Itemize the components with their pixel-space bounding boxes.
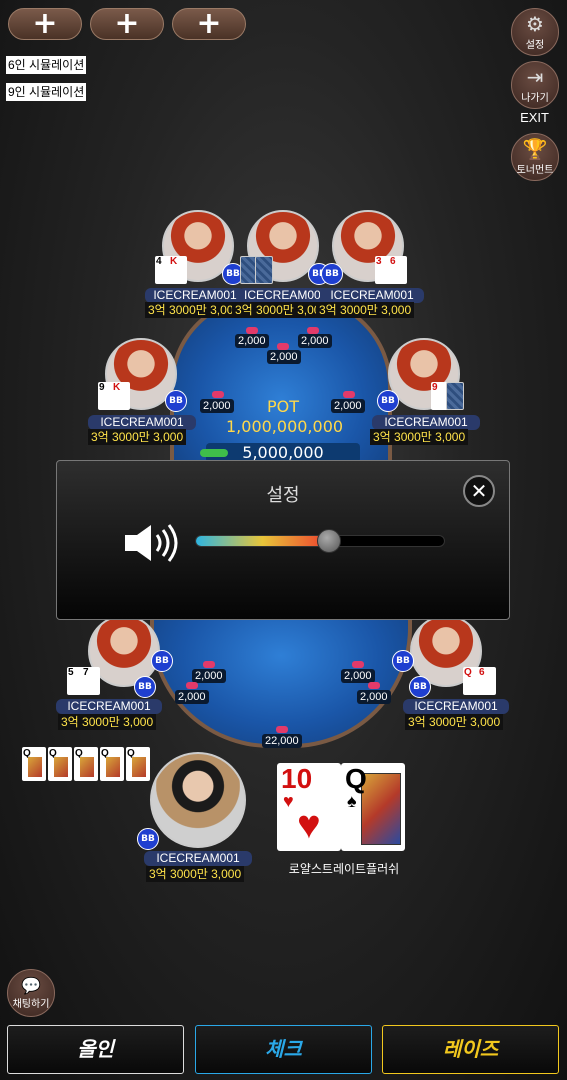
big-blind-badge: BB	[377, 390, 399, 412]
bet-amount: 2,000	[267, 350, 301, 364]
player-name: ICECREAM001	[403, 699, 509, 714]
player-name: ICECREAM001	[88, 415, 196, 430]
my-chips: 3억 3000만 3,000	[146, 866, 245, 882]
history-card: Q	[100, 747, 124, 781]
card-back	[446, 382, 464, 410]
history-card: Q	[74, 747, 98, 781]
hand-rank-label: 로얄스트레이트플러쉬	[288, 862, 400, 876]
player-name: ICECREAM001	[372, 415, 480, 430]
big-blind-badge: BB	[137, 828, 159, 850]
pot-label: POT	[266, 397, 299, 416]
my-name: ICECREAM001	[144, 851, 252, 866]
all-in-button[interactable]: 올인	[7, 1025, 184, 1074]
plus-icon: +	[114, 6, 140, 41]
bet-amount: 2,000	[175, 690, 209, 704]
chat-bubble-icon: 💬	[21, 976, 41, 995]
chip-icon	[203, 661, 215, 668]
plus-icon: +	[196, 6, 222, 41]
player-chips: 3억 3000만 3,000	[405, 714, 504, 730]
player-chips: 3억 3000만 3,000	[88, 429, 187, 445]
chip-icon	[343, 391, 355, 398]
speaker-icon	[125, 524, 178, 562]
exit-button[interactable]: ⇥ 나가기	[511, 61, 559, 109]
bet-amount: 2,000	[341, 669, 375, 683]
modal-title: 설정	[266, 485, 300, 506]
player-name: ICECREAM001	[238, 288, 330, 303]
big-blind-badge: BB	[409, 676, 431, 698]
my-avatar[interactable]	[150, 752, 246, 848]
chip-icon	[246, 327, 258, 334]
add-seat-button[interactable]: +	[172, 8, 246, 40]
volume-knob[interactable]	[316, 529, 341, 553]
player-card: 7	[82, 667, 100, 695]
bet-amount: 2,000	[235, 334, 269, 348]
history-card: Q	[48, 747, 72, 781]
player-name: ICECREAM001	[145, 288, 245, 303]
volume-fill	[196, 536, 329, 546]
chip-stack-icon	[200, 449, 228, 457]
player-chips: 3억 3000만 3,000	[370, 429, 469, 445]
check-button[interactable]: 체크	[195, 1025, 372, 1074]
big-blind-badge: BB	[134, 676, 156, 698]
trophy-icon: 🏆	[522, 136, 548, 161]
close-icon[interactable]: ✕	[463, 475, 495, 507]
settings-button[interactable]: ⚙ 설정	[511, 8, 559, 56]
big-blind-badge: BB	[392, 650, 414, 672]
player-chips: 3억 3000만 3,000	[145, 302, 244, 318]
player-name: ICECREAM001	[56, 699, 162, 714]
chip-icon	[277, 343, 289, 350]
exit-text: EXIT	[520, 110, 549, 125]
player-name: ICECREAM001	[320, 288, 424, 303]
pot-amount: 1,000,000,000	[226, 417, 344, 436]
player-card: 6	[478, 667, 496, 695]
big-blind-badge: BB	[321, 263, 343, 285]
player-card: K	[112, 382, 130, 410]
add-seat-button[interactable]: +	[8, 8, 82, 40]
card-back	[255, 256, 273, 284]
bet-amount: 22,000	[262, 734, 302, 748]
chip-icon	[212, 391, 224, 398]
add-seat-button[interactable]: +	[90, 8, 164, 40]
my-card: Q ♠	[341, 763, 405, 851]
big-blind-badge: BB	[151, 650, 173, 672]
bet-amount: 2,000	[357, 690, 391, 704]
plus-icon: +	[32, 6, 58, 41]
my-card: 10 ♥ ♥	[277, 763, 341, 851]
exit-label: 나가기	[521, 92, 549, 104]
chat-button[interactable]: 💬 채팅하기	[7, 969, 55, 1017]
tournament-button[interactable]: 🏆 토너먼트	[511, 133, 559, 181]
player-chips: 3억 3000만 3,000	[316, 302, 415, 318]
bet-amount: 2,000	[192, 669, 226, 683]
history-card: Q	[22, 747, 46, 781]
raise-button[interactable]: 레이즈	[382, 1025, 559, 1074]
bet-amount: 2,000	[331, 399, 365, 413]
tournament-label: 토너먼트	[516, 164, 554, 176]
volume-slider[interactable]	[195, 529, 445, 553]
chat-label: 채팅하기	[12, 999, 50, 1010]
bet-amount: 2,000	[200, 399, 234, 413]
player-card: 6	[389, 256, 407, 284]
history-card: Q	[126, 747, 150, 781]
chip-icon	[276, 726, 288, 733]
chip-icon	[186, 682, 198, 689]
player-chips: 3억 3000만 3,000	[232, 302, 327, 318]
gear-icon: ⚙	[526, 11, 544, 36]
player-chips: 3억 3000만 3,000	[58, 714, 157, 730]
player-card: K	[169, 256, 187, 284]
settings-label: 설정	[525, 39, 545, 51]
settings-modal: 설정 ✕	[56, 460, 510, 620]
chip-icon	[352, 661, 364, 668]
chip-icon	[368, 682, 380, 689]
bet-amount: 2,000	[298, 334, 332, 348]
exit-door-icon: ⇥	[526, 64, 544, 89]
chip-icon	[307, 327, 319, 334]
sim-9-button[interactable]: 9인 시뮬레이션	[6, 83, 87, 101]
sim-6-button[interactable]: 6인 시뮬레이션	[6, 56, 87, 74]
big-blind-badge: BB	[165, 390, 187, 412]
